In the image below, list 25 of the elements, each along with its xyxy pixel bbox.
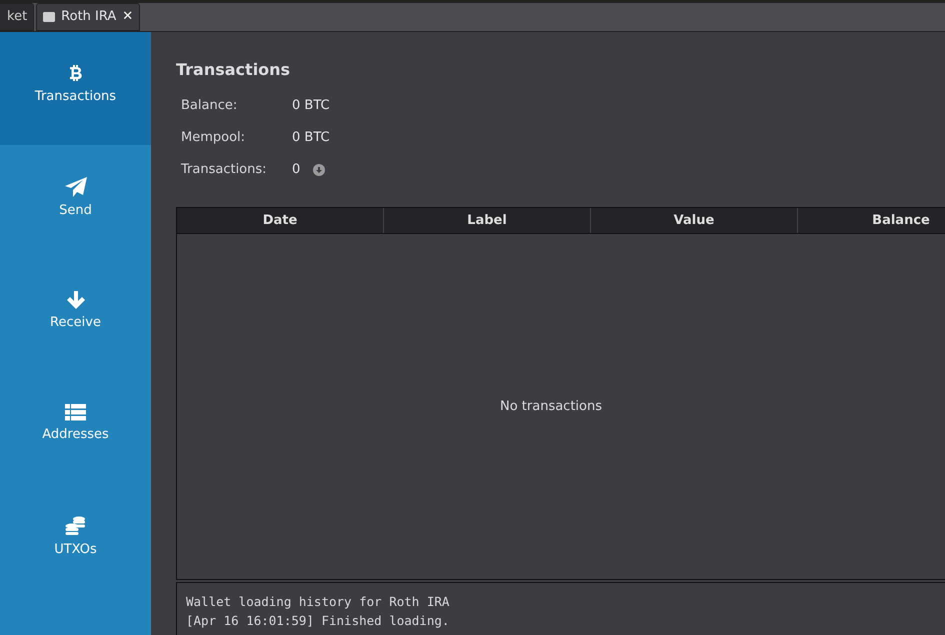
close-button[interactable]: ✕ <box>122 7 134 27</box>
log-line: [Apr 16 16:01:59] Finished loading. <box>186 612 450 630</box>
list-icon <box>65 404 86 422</box>
log-line: Wallet loading history for Roth IRA <box>186 593 450 611</box>
down-circle-icon[interactable] <box>313 164 326 176</box>
column-header[interactable]: Balance <box>798 208 945 233</box>
wallet-icon <box>43 12 56 22</box>
down-arrow-icon <box>66 290 84 309</box>
empty-message: No transactions <box>500 398 602 416</box>
column-header[interactable]: Date <box>177 208 384 233</box>
paper-plane-icon <box>64 176 86 197</box>
summary-value: 0 BTC <box>292 128 330 147</box>
summary-value: 0 BTC <box>292 96 330 115</box>
summary-label: Balance: <box>181 96 238 115</box>
column-header[interactable]: Label <box>384 208 591 233</box>
tab[interactable]: Roth IRA ✕ <box>36 3 140 31</box>
page-title: Transactions <box>176 59 290 81</box>
column-header[interactable]: Value <box>591 208 798 233</box>
summary-label: Mempool: <box>181 128 246 147</box>
coins-icon <box>65 516 86 536</box>
tab[interactable]: ket <box>0 3 34 31</box>
sidebar-item[interactable]: Transactions <box>0 32 151 145</box>
summary-value: 0 <box>292 160 300 179</box>
bitcoin-icon <box>70 64 82 83</box>
summary-label: Transactions: <box>181 160 268 179</box>
